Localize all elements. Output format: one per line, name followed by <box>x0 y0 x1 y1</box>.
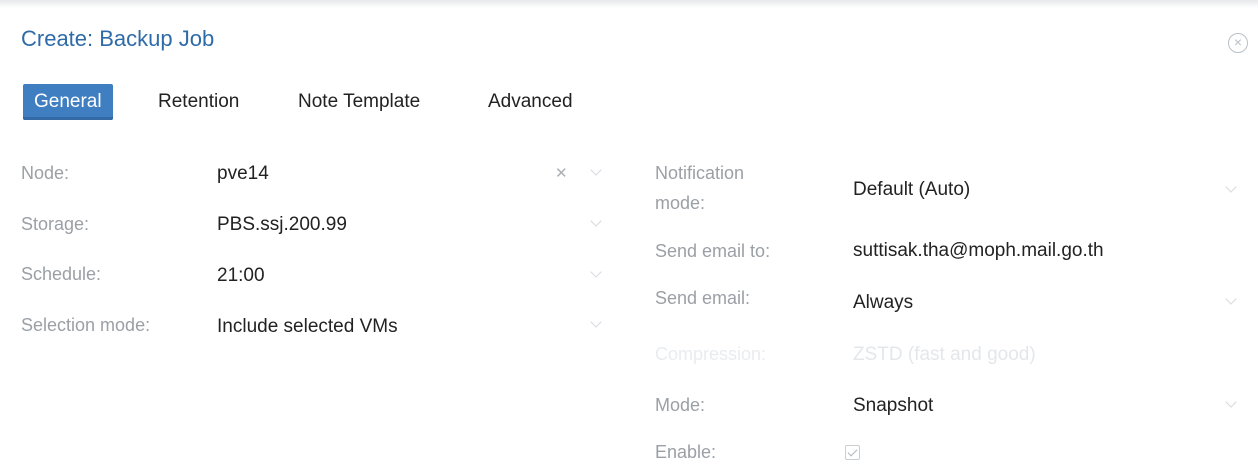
notification-mode-label-line2: mode: <box>655 193 706 213</box>
selection-mode-select[interactable]: Include selected VMs <box>217 316 398 338</box>
storage-label: Storage: <box>21 214 90 234</box>
schedule-label: Schedule: <box>21 264 102 284</box>
tab-advanced[interactable]: Advanced <box>488 84 573 120</box>
tab-note-template[interactable]: Note Template <box>298 84 420 120</box>
chevron-down-icon[interactable] <box>1225 181 1237 193</box>
chevron-down-icon[interactable] <box>1225 293 1237 305</box>
send-email-select[interactable]: Always <box>853 292 913 314</box>
node-select[interactable]: pve14 <box>217 163 269 185</box>
checkbox-checked-icon[interactable] <box>845 445 860 460</box>
window-top-edge <box>0 0 1258 8</box>
tab-general[interactable]: General <box>23 84 113 120</box>
close-icon[interactable]: × <box>1228 33 1248 53</box>
send-email-label: Send email: <box>655 288 751 308</box>
selection-mode-label: Selection mode: <box>21 315 151 335</box>
clear-x-icon[interactable]: ✕ <box>555 164 568 182</box>
storage-select[interactable]: PBS.ssj.200.99 <box>217 214 347 236</box>
chevron-down-icon[interactable] <box>590 215 602 227</box>
chevron-down-icon[interactable] <box>590 316 602 328</box>
mode-select[interactable]: Snapshot <box>853 395 933 417</box>
compression-label: Compression: <box>655 344 767 364</box>
node-label: Node: <box>21 163 70 183</box>
enable-label: Enable: <box>655 442 717 462</box>
send-email-to-input[interactable]: suttisak.tha@moph.mail.go.th <box>853 240 1104 262</box>
notification-mode-label-line1: Notification <box>655 163 745 183</box>
send-email-to-label: Send email to: <box>655 241 771 261</box>
mode-label: Mode: <box>655 395 706 415</box>
chevron-down-icon[interactable] <box>590 266 602 278</box>
notification-mode-select[interactable]: Default (Auto) <box>853 179 970 201</box>
compression-select[interactable]: ZSTD (fast and good) <box>853 344 1036 366</box>
chevron-down-icon[interactable] <box>590 164 602 176</box>
window-title: Create: Backup Job <box>21 26 215 51</box>
tab-retention[interactable]: Retention <box>158 84 239 120</box>
schedule-select[interactable]: 21:00 <box>217 265 265 287</box>
chevron-down-icon[interactable] <box>1225 396 1237 408</box>
